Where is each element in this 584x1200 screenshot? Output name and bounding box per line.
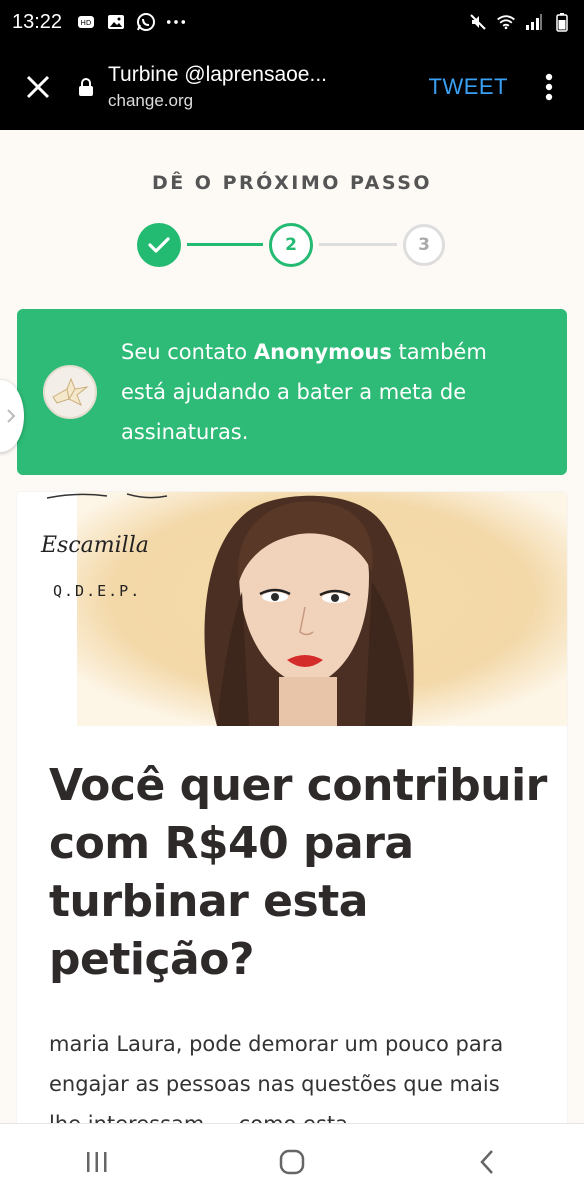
home-icon bbox=[279, 1149, 305, 1175]
image-icon bbox=[106, 12, 126, 32]
petition-illustration: Escamilla Q.D.E.P. bbox=[17, 492, 567, 726]
notice-prefix: Seu contato bbox=[121, 340, 254, 364]
contact-name: Anonymous bbox=[253, 340, 392, 364]
notice-text: Seu contato Anonymous também está ajudan… bbox=[121, 332, 511, 452]
contact-avatar bbox=[43, 365, 97, 419]
back-button[interactable] bbox=[457, 1132, 517, 1192]
page-url: change.org bbox=[108, 91, 194, 110]
tweet-button[interactable]: TWEET bbox=[429, 74, 509, 100]
step-2-current: 2 bbox=[269, 223, 313, 267]
title-block: Turbine @laprensaoe... change.org bbox=[108, 63, 429, 111]
recent-apps-icon bbox=[87, 1152, 107, 1172]
status-icons-right bbox=[468, 12, 572, 32]
kebab-menu-icon bbox=[545, 73, 553, 101]
more-options-button[interactable] bbox=[534, 67, 564, 107]
mute-icon bbox=[468, 12, 488, 32]
progress-stepper: 2 3 bbox=[137, 223, 447, 267]
wifi-icon bbox=[496, 12, 516, 32]
browser-header: Turbine @laprensaoe... change.org TWEET bbox=[0, 44, 584, 130]
step-connector-pending bbox=[319, 243, 397, 246]
step-1-done bbox=[137, 223, 181, 267]
close-button[interactable] bbox=[0, 44, 76, 130]
hd-icon: HD bbox=[76, 12, 96, 32]
chevron-right-icon bbox=[7, 409, 16, 423]
page-content[interactable]: DÊ O PRÓXIMO PASSO 2 3 Seu contato Anony… bbox=[0, 130, 584, 1123]
close-icon bbox=[26, 75, 50, 99]
step-heading: DÊ O PRÓXIMO PASSO bbox=[151, 172, 433, 194]
handwriting-initials: Q.D.E.P. bbox=[53, 582, 141, 600]
whatsapp-icon bbox=[136, 12, 156, 32]
svg-text:HD: HD bbox=[81, 19, 92, 27]
paper-crane-icon bbox=[52, 377, 89, 407]
system-nav-bar bbox=[0, 1123, 584, 1200]
status-bar: 13:22 HD bbox=[0, 0, 584, 44]
battery-icon bbox=[552, 12, 572, 32]
page-title: Turbine @laprensaoe... bbox=[108, 63, 327, 86]
signal-icon bbox=[524, 12, 544, 32]
back-icon bbox=[479, 1150, 493, 1174]
home-button[interactable] bbox=[262, 1132, 322, 1192]
handwriting-name: Escamilla bbox=[40, 533, 149, 558]
checkmark-icon bbox=[148, 237, 170, 253]
contact-notice-banner: Seu contato Anonymous também está ajudan… bbox=[17, 309, 567, 475]
petition-card: Escamilla Q.D.E.P. Você quer contribuir … bbox=[17, 492, 567, 1123]
recent-apps-button[interactable] bbox=[67, 1132, 127, 1192]
more-dots-icon bbox=[166, 12, 186, 32]
status-time: 13:22 bbox=[12, 10, 63, 33]
status-icons-left: HD bbox=[76, 12, 186, 32]
lock-icon bbox=[76, 72, 96, 102]
card-body: maria Laura, pode demorar um pouco para … bbox=[49, 1032, 504, 1123]
step-3-upcoming: 3 bbox=[403, 224, 445, 266]
card-title: Você quer contribuir com R$40 para turbi… bbox=[49, 760, 547, 985]
step-connector-done bbox=[187, 243, 263, 246]
